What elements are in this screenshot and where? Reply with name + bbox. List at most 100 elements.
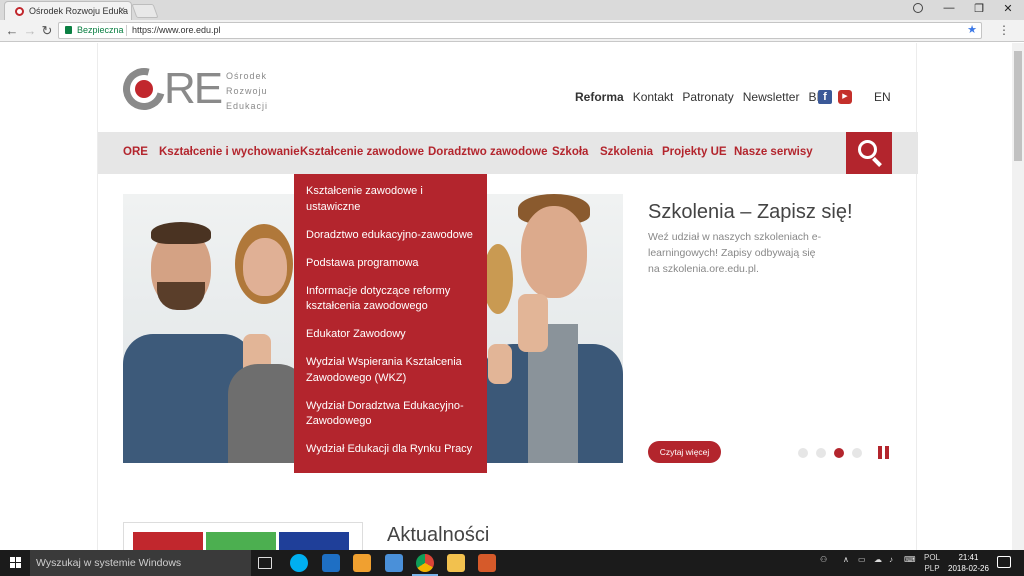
chrome-icon[interactable] [416,554,434,572]
site-container: RE Ośrodek Rozwoju Edukacji Reforma Kont… [97,43,918,550]
task-view-icon[interactable] [258,557,272,569]
dropdown-item[interactable]: Doradztwo edukacyjno-zawodowe [306,228,475,244]
windows-taskbar: Wyszukaj w systemie Windows ⚇ ∧ ▭ ☁ ♪ ⌨ … [0,550,1024,576]
media-player-icon[interactable] [353,554,371,572]
address-bar[interactable]: Bezpieczna https://www.ore.edu.pl ★ [58,22,982,39]
banner-download[interactable] [206,532,276,550]
tab-strip: Ośrodek Rozwoju Eduka × — ❐ ✕ [0,0,1024,20]
input-language[interactable]: POL PLP [924,552,940,574]
page-scrollbar[interactable] [1012,43,1024,550]
tray-chevron-icon[interactable]: ∧ [843,555,849,564]
scrollbar-thumb[interactable] [1014,51,1022,161]
tab-close-icon[interactable]: × [119,5,125,16]
nav-item-ore[interactable]: ORE [123,146,148,158]
dropdown-item[interactable]: Informacje dotyczące reformy kształcenia… [306,284,475,315]
hero-description: Weź udział w naszych szkoleniach e-learn… [648,231,822,275]
language-switch[interactable]: EN [874,90,891,104]
dropdown-item[interactable]: Wydział Edukacji dla Rynku Pracy [306,442,475,458]
search-button[interactable] [846,132,892,174]
top-link-reforma[interactable]: Reforma [575,90,624,104]
person-3-thumb [488,344,512,384]
secure-label: Bezpieczna [77,25,124,35]
taskbar-clock[interactable]: 21:41 2018-02-26 [948,552,989,574]
person-4-thumb [518,294,548,352]
back-button[interactable]: ← [4,23,20,39]
reload-button[interactable]: ↻ [39,23,55,39]
nav-item-doradztwo-zawodowe[interactable]: Doradztwo zawodowe [428,146,547,158]
ore-favicon-icon [15,7,24,16]
file-explorer-icon[interactable] [447,554,465,572]
dropdown-ksztalcenie-zawodowe: Kształcenie zawodowe i ustawiczne Doradz… [294,174,487,473]
forward-button[interactable]: → [22,23,38,39]
read-more-button[interactable]: Czytaj więcej [648,441,721,463]
minimize-button[interactable]: — [935,2,963,18]
slider-dot-3[interactable] [834,448,844,458]
tab-title: Ośrodek Rozwoju Eduka [29,6,129,16]
app-icon[interactable] [385,554,403,572]
facebook-icon[interactable]: f [818,90,832,104]
nav-item-projekty-ue[interactable]: Projekty UE [662,146,727,158]
dropdown-item[interactable]: Podstawa programowa [306,256,475,272]
logo-wordmark: RE [164,64,223,113]
notification-icon[interactable] [997,556,1011,568]
logo-dot-icon [135,80,153,98]
page-viewport: RE Ośrodek Rozwoju Edukacji Reforma Kont… [0,43,1012,550]
nav-item-nasze-serwisy[interactable]: Nasze serwisy [734,146,813,158]
main-navigation: ORE Kształcenie i wychowanie Kształcenie… [98,132,918,174]
skype-icon[interactable] [290,554,308,572]
banner-people[interactable] [133,532,203,550]
logo-line-1: Ośrodek [226,71,268,81]
close-window-button[interactable]: ✕ [994,2,1022,18]
dropdown-item[interactable]: Wydział Wspierania Kształcenia Zawodoweg… [306,355,475,386]
bookmark-star-icon[interactable]: ★ [967,23,977,38]
input-language-2: PLP [924,564,940,573]
top-link-newsletter[interactable]: Newsletter [743,90,800,104]
banner-eu[interactable] [279,532,349,550]
network-icon[interactable]: ☁ [874,555,882,564]
logo-line-3: Edukacji [226,101,269,111]
person-1-beard [157,282,205,310]
clock-time: 21:41 [958,553,979,562]
url-separator [126,25,127,36]
hero-title: Szkolenia – Zapisz się! [648,201,853,223]
browser-toolbar: ← → ↻ Bezpieczna https://www.ore.edu.pl … [0,20,1024,42]
nav-item-szkola[interactable]: Szkoła [552,146,588,158]
dropdown-item[interactable]: Kształcenie zawodowe i ustawiczne [306,184,475,215]
edge-icon[interactable] [322,554,340,572]
slider-dot-1[interactable] [798,448,808,458]
top-link-patronaty[interactable]: Patronaty [682,90,733,104]
profile-icon[interactable] [913,3,923,13]
nav-item-szkolenia[interactable]: Szkolenia [600,146,653,158]
dropdown-item[interactable]: Edukator Zawodowy [306,327,475,343]
slider-pause-icon[interactable] [878,446,890,459]
slider-dot-2[interactable] [816,448,826,458]
search-icon-handle [872,157,882,167]
restore-button[interactable]: ❐ [965,2,993,18]
nav-item-ksztalcenie-i-wychowanie[interactable]: Kształcenie i wychowanie [159,146,300,158]
url-text[interactable]: https://www.ore.edu.pl [132,23,221,38]
youtube-icon[interactable]: ▶ [838,90,852,104]
volume-icon[interactable]: ♪ [889,555,893,564]
person-2-head [243,238,287,296]
dropdown-item[interactable]: Wydział Doradztwa Edukacyjno-Zawodowego [306,399,475,430]
taskbar-search-input[interactable]: Wyszukaj w systemie Windows [30,550,251,576]
lock-icon [65,26,72,34]
input-language-1: POL [924,553,941,562]
person-4-head [521,206,587,298]
battery-icon[interactable]: ▭ [858,555,866,564]
browser-menu-icon[interactable]: ⋮ [998,23,1010,37]
top-links: Reforma Kontakt Patronaty Newsletter BIP [575,90,828,104]
nav-item-ksztalcenie-zawodowe[interactable]: Kształcenie zawodowe [300,146,424,158]
office-icon[interactable] [478,554,496,572]
windows-start-icon[interactable] [10,557,22,569]
people-icon[interactable]: ⚇ [820,555,827,564]
new-tab-button[interactable] [131,4,159,18]
top-link-kontakt[interactable]: Kontakt [633,90,674,104]
logo-subtitle: Ośrodek Rozwoju Edukacji [226,69,268,114]
person-1-hair [151,222,211,244]
browser-tab[interactable]: Ośrodek Rozwoju Eduka × [4,1,132,20]
news-heading: Aktualności [387,524,490,546]
keyboard-icon[interactable]: ⌨ [904,555,916,564]
logo-line-2: Rozwoju [226,86,268,96]
slider-dot-4[interactable] [852,448,862,458]
